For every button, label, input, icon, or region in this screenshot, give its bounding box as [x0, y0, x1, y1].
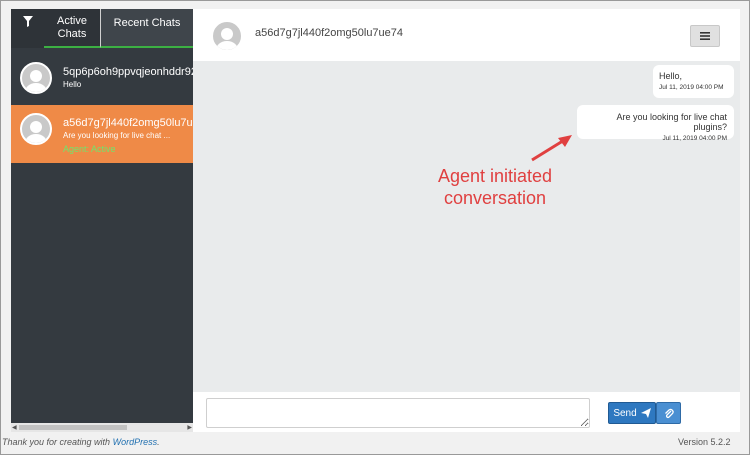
wordpress-link[interactable]: WordPress — [113, 437, 158, 447]
chat-name: 5qp6p6oh9ppvqjeonhddr92qs1 — [63, 66, 193, 78]
filter-button[interactable] — [11, 9, 44, 48]
paperclip-icon — [664, 408, 674, 418]
scroll-right-icon[interactable]: ▶ — [187, 424, 192, 431]
version-label: Version 5.2.2 — [678, 437, 731, 447]
chat-name: a56d7g7jl440f2omg50lu7ue74 — [63, 117, 193, 129]
message-composer: Send — [193, 392, 740, 432]
annotation-arrow-icon — [531, 135, 572, 162]
chat-tabs: Active Chats Recent Chats — [11, 9, 193, 48]
chat-title: a56d7g7jl440f2omg50lu7ue74 — [255, 27, 404, 39]
agent-status: Agent: Active — [63, 144, 116, 154]
scrollbar-thumb[interactable] — [19, 425, 127, 430]
filter-icon — [22, 16, 33, 27]
attach-button[interactable] — [656, 402, 681, 424]
message-bubble: Hello, Jul 11, 2019 04:00 PM — [653, 65, 734, 98]
send-label: Send — [613, 407, 637, 419]
message-time: Jul 11, 2019 04:00 PM — [659, 84, 724, 91]
footer-thanks: Thank you for creating with WordPress. — [2, 437, 160, 447]
tab-recent-chats[interactable]: Recent Chats — [101, 9, 193, 48]
footer-thanks-suffix: . — [157, 437, 160, 447]
avatar — [20, 62, 52, 94]
footer-thanks-text: Thank you for creating with — [2, 437, 111, 447]
message-input[interactable] — [206, 398, 590, 428]
menu-button[interactable] — [690, 25, 720, 47]
chat-list-item[interactable]: 5qp6p6oh9ppvqjeonhddr92qs1 Hello — [11, 54, 193, 112]
message-text: Are you looking for live chat plugins? — [616, 112, 727, 132]
chat-list-item-selected[interactable]: a56d7g7jl440f2omg50lu7ue74 Are you looki… — [11, 105, 193, 163]
avatar — [20, 113, 52, 145]
chat-sidebar: Active Chats Recent Chats 5qp6p6oh9ppvqj… — [11, 9, 193, 432]
hamburger-icon — [700, 32, 710, 40]
tab-active-chats[interactable]: Active Chats — [44, 9, 101, 48]
paper-plane-icon — [640, 408, 651, 418]
chat-last-message: Are you looking for live chat ... — [63, 131, 171, 140]
chat-last-message: Hello — [63, 80, 82, 89]
message-area[interactable]: Hello, Jul 11, 2019 04:00 PM Are you loo… — [193, 61, 740, 392]
message-text: Hello, — [659, 71, 683, 81]
message-time: Jul 11, 2019 04:00 PM — [662, 135, 727, 142]
send-button[interactable]: Send — [608, 402, 656, 424]
message-bubble: Are you looking for live chat plugins? J… — [577, 105, 734, 142]
annotation-text: Agent initiated conversation — [437, 166, 553, 208]
chat-header: a56d7g7jl440f2omg50lu7ue74 — [193, 9, 740, 61]
scroll-left-icon[interactable]: ◀ — [12, 424, 17, 431]
horizontal-scrollbar[interactable]: ◀ ▶ — [11, 423, 193, 432]
avatar — [211, 20, 243, 52]
